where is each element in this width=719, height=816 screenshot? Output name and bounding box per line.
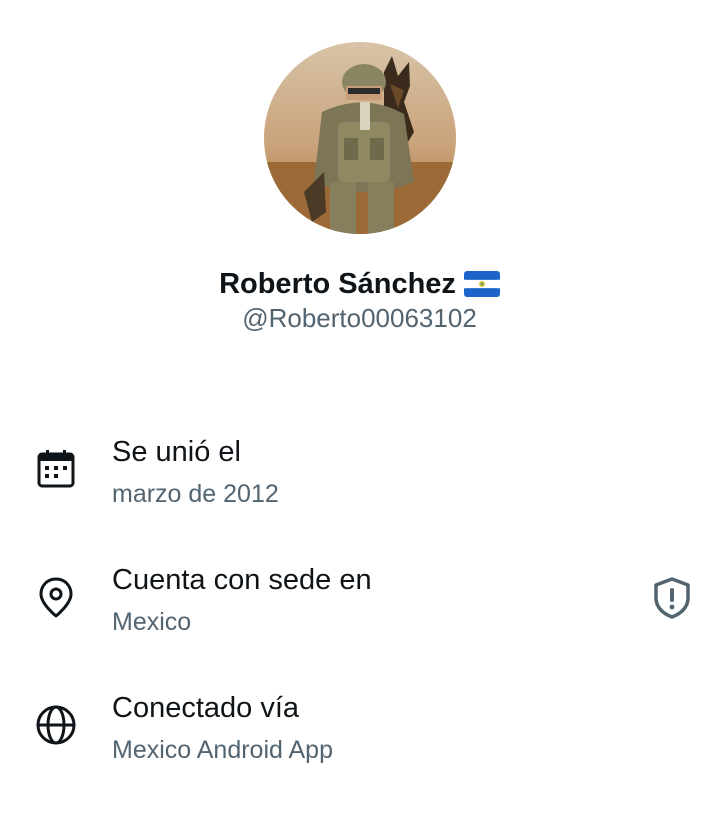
shield-alert-icon[interactable] [652, 576, 692, 620]
profile-about-page: Roberto Sánchez @Roberto00063102 Se unió… [0, 0, 719, 816]
joined-label: Se unió el [112, 436, 241, 468]
location-value: Mexico [112, 608, 192, 636]
username-handle: @Roberto00063102 [242, 303, 477, 333]
connected-via-value: Mexico Android App [112, 736, 333, 764]
joined-date-row: Se unió el marzo de 2012 [0, 432, 719, 528]
location-label: Cuenta con sede en [112, 564, 372, 596]
connected-via-label: Conectado vía [112, 692, 300, 724]
globe-icon [35, 704, 77, 746]
display-name: Roberto Sánchez [219, 268, 456, 300]
account-location-row: Cuenta con sede en Mexico [0, 560, 719, 656]
calendar-icon [35, 448, 77, 490]
avatar-photo [264, 42, 456, 234]
avatar[interactable] [264, 42, 456, 234]
location-pin-icon [35, 576, 77, 618]
connected-via-row: Conectado vía Mexico Android App [0, 688, 719, 784]
joined-value: marzo de 2012 [112, 480, 279, 508]
